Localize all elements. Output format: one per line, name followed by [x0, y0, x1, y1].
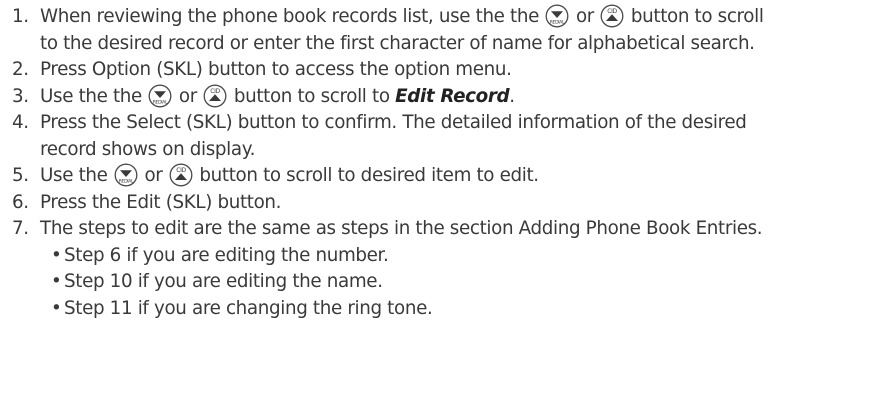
- step-text: Press the Select (SKL) button to confirm…: [40, 112, 747, 133]
- sub-step-text: Step 10 if you are editing the name.: [64, 271, 383, 292]
- step-text: or: [178, 85, 197, 107]
- svg-text:CID: CID: [211, 88, 221, 95]
- edit-record-emphasis: Edit Record: [395, 85, 510, 107]
- sub-steps-list: • Step 6 if you are editing the number. • S…: [0, 243, 874, 323]
- step-5: 5. Use the REDIAL or CID button to scrol…: [0, 163, 874, 190]
- step-text: button to scroll to desired item to edit…: [199, 165, 539, 186]
- step-6: 6. Press the Edit (SKL) button.: [0, 190, 874, 217]
- step-text: The steps to edit are the same as steps …: [40, 218, 763, 239]
- step-text: Press the Edit (SKL) button.: [40, 191, 282, 213]
- svg-text:CID: CID: [608, 8, 618, 15]
- instruction-page: 1. When reviewing the phone book records…: [0, 0, 874, 403]
- step-2: 2. Press Option (SKL) button to access t…: [0, 57, 874, 84]
- step-number: 6.: [12, 191, 29, 213]
- step-number: 2.: [12, 59, 29, 80]
- step-text: or: [575, 6, 594, 27]
- redial-down-button-icon: REDIAL: [114, 163, 138, 187]
- svg-text:CID: CID: [176, 167, 186, 174]
- step-text: button to scroll to: [233, 85, 390, 107]
- step-7: 7. The steps to edit are the same as ste…: [0, 216, 874, 243]
- step-1: 1. When reviewing the phone book records…: [0, 4, 874, 57]
- step-text: button to scroll: [630, 6, 764, 27]
- bullet-icon: •: [51, 271, 62, 292]
- bullet-icon: •: [51, 297, 62, 319]
- sub-step-item: • Step 11 if you are changing the ring to…: [0, 296, 874, 323]
- step-text-line2: record shows on display.: [40, 138, 256, 160]
- step-text: or: [144, 165, 163, 186]
- step-text: Use the: [40, 165, 108, 186]
- sub-step-text: Step 6 if you are editing the number.: [64, 244, 389, 266]
- step-number: 1.: [12, 6, 29, 27]
- step-text: Press Option (SKL) button to access the …: [40, 59, 512, 80]
- bullet-icon: •: [51, 244, 62, 266]
- step-number: 3.: [12, 85, 29, 107]
- steps-list: 1. When reviewing the phone book records…: [0, 4, 874, 322]
- svg-text:REDIAL: REDIAL: [550, 20, 565, 26]
- cid-up-button-icon: CID: [600, 4, 624, 28]
- step-text: .: [509, 85, 515, 107]
- step-text-line2: to the desired record or enter the first…: [40, 32, 755, 54]
- step-text: When reviewing the phone book records li…: [40, 6, 539, 27]
- cid-up-button-icon: CID: [169, 163, 193, 187]
- step-number: 7.: [12, 218, 29, 239]
- redial-down-button-icon: REDIAL: [148, 84, 172, 108]
- step-4: 4. Press the Select (SKL) button to conf…: [0, 110, 874, 163]
- step-number: 4.: [12, 112, 29, 133]
- sub-step-item: • Step 6 if you are editing the number.: [0, 243, 874, 270]
- redial-down-button-icon: REDIAL: [545, 4, 569, 28]
- sub-step-text: Step 11 if you are changing the ring ton…: [64, 297, 433, 319]
- step-number: 5.: [12, 165, 29, 186]
- svg-text:REDIAL: REDIAL: [119, 179, 134, 185]
- step-text: Use the the: [40, 85, 142, 107]
- cid-up-button-icon: CID: [203, 84, 227, 108]
- sub-step-item: • Step 10 if you are editing the name.: [0, 269, 874, 296]
- svg-text:REDIAL: REDIAL: [153, 99, 168, 105]
- step-3: 3. Use the the REDIAL or CID button to s…: [0, 84, 874, 111]
